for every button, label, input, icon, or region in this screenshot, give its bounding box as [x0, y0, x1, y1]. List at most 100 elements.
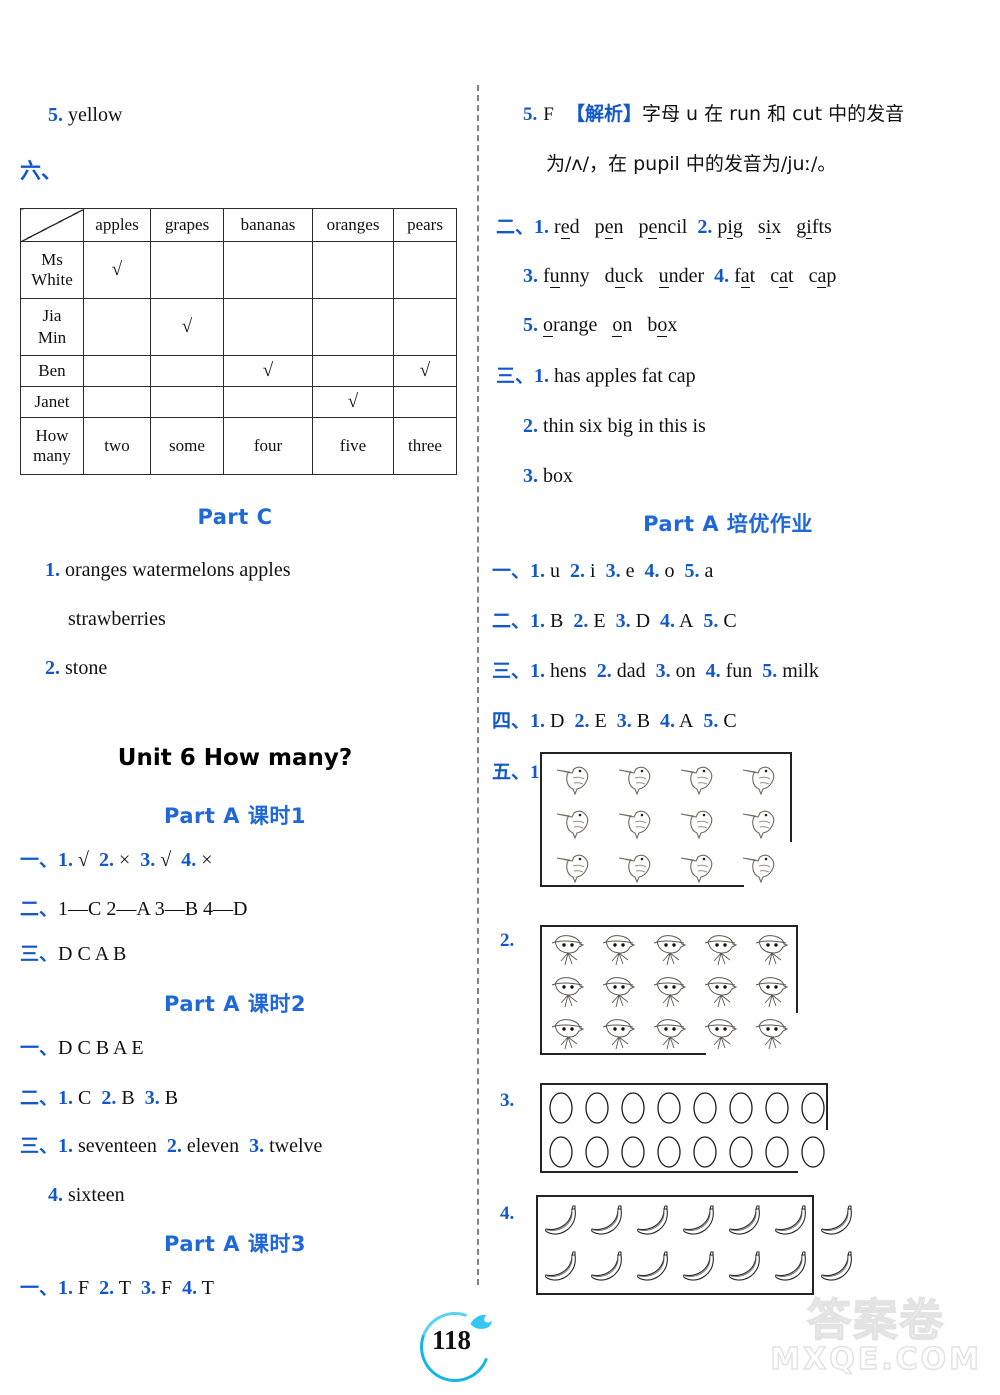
cell-janet-oranges: √	[312, 386, 394, 418]
section-label: 二、	[492, 610, 531, 632]
bird-with-hat-icon	[747, 1012, 798, 1054]
cell-mswhite-bananas	[223, 241, 313, 299]
egg-icon	[759, 1129, 795, 1173]
picture-answer-2-number: 2.	[500, 930, 515, 951]
bird-icon	[606, 800, 668, 844]
picture-answer-2	[540, 925, 810, 1055]
egg-icon	[543, 1085, 579, 1129]
line-text: D C A B	[58, 943, 127, 965]
bird-with-hat-icon	[594, 928, 645, 970]
item-answer: A	[678, 610, 694, 632]
item-number: 3.	[615, 610, 631, 632]
cell-mswhite-oranges	[312, 241, 394, 299]
section-label: 一、	[20, 1277, 59, 1299]
item-number: 4.	[644, 560, 660, 582]
item-number: 3.	[523, 265, 538, 287]
item-number: 1.	[58, 1135, 74, 1157]
item-answer: B	[550, 610, 564, 632]
cell-jiamin-apples	[83, 298, 151, 356]
item-number: 3.	[140, 849, 156, 871]
cell-mswhite-grapes	[150, 241, 224, 299]
banana-icon	[724, 1245, 770, 1291]
item-number: 2.	[697, 216, 713, 238]
item-answer: e	[625, 560, 635, 582]
section-label: 一、	[492, 560, 531, 582]
egg-icon	[687, 1129, 723, 1173]
item-number: 4.	[48, 1184, 63, 1206]
item-number: 5.	[762, 660, 778, 682]
egg-icon	[615, 1129, 651, 1173]
item-number: 3.	[249, 1135, 265, 1157]
icon-row	[544, 844, 792, 888]
item-number: 2.	[101, 1087, 117, 1109]
icon-row	[544, 800, 792, 844]
item-number: 1.	[530, 610, 546, 632]
bird-with-hat-icon	[696, 1012, 747, 1054]
banana-icon	[540, 1245, 586, 1291]
item-answer: B	[121, 1087, 135, 1109]
banana-icon	[586, 1245, 632, 1291]
a2-line-1: 一、D C B A E	[20, 1033, 144, 1063]
banana-icon	[770, 1199, 816, 1245]
icon-row	[543, 928, 798, 970]
word: cap	[808, 265, 837, 288]
picture-answer-4	[536, 1195, 876, 1297]
section-label: 二、	[20, 898, 59, 920]
cell-ben-apples	[83, 355, 151, 387]
icon-row	[540, 1199, 862, 1245]
banana-icon	[586, 1199, 632, 1245]
word: pen	[594, 216, 624, 239]
line-text: has apples fat cap	[554, 365, 696, 387]
item-number: 3.	[616, 710, 632, 732]
banana-icon	[678, 1199, 724, 1245]
word: pig	[717, 216, 743, 239]
item-number: 4.	[660, 710, 676, 732]
item-number: 5.	[684, 560, 700, 582]
answer-item-5-yellow: 5. yellow	[48, 100, 122, 130]
item-answer: sixteen	[68, 1184, 125, 1206]
item-answer: √	[160, 849, 172, 871]
section-three-row-1: 三、1. has apples fat cap	[496, 361, 696, 391]
bird-with-hat-icon	[594, 970, 645, 1012]
item-answer: i	[590, 560, 596, 582]
item-text: stone	[65, 657, 108, 679]
table-row: Ms White √	[20, 241, 457, 299]
peiyou-line-1: 一、1. u 2. i 3. e 4. o 5. a	[492, 556, 713, 586]
item-answer: B	[164, 1087, 179, 1109]
table-row: Ben √ √	[20, 355, 457, 387]
a1-line-2: 二、1—C 2—A 3—B 4—D	[20, 894, 247, 924]
part-c-item-1-cont: strawberries	[68, 604, 166, 634]
cell-janet-pears	[393, 386, 457, 418]
right-column: 5. F 【解析】字母 u 在 run 和 cut 中的发音 为/ʌ/，在 pu…	[478, 0, 1000, 1395]
analysis-text-line-2: 为/ʌ/，在 pupil 中的发音为/juː/。	[546, 153, 837, 175]
word: duck	[604, 265, 644, 288]
word: gifts	[796, 216, 832, 239]
item-number: 3.	[655, 660, 671, 682]
heading-part-a-lesson-1: Part A 课时1	[164, 804, 306, 828]
item-number: 5.	[703, 710, 719, 732]
cell-howmany-oranges: five	[312, 417, 394, 475]
egg-icon	[723, 1129, 759, 1173]
item-number: 4.	[660, 610, 676, 632]
watermark: 答案卷 MXQE.COM	[770, 1295, 982, 1378]
watermark-chinese: 答案卷	[806, 1295, 946, 1346]
item-answer: C	[723, 710, 737, 732]
item-number: 2.	[45, 657, 60, 679]
item-answer: C	[78, 1087, 92, 1109]
item-answer: u	[550, 560, 561, 582]
egg-icon	[615, 1085, 651, 1129]
cell-jiamin-grapes: √	[150, 298, 224, 356]
row-label-jia-min: Jia Min	[20, 298, 84, 356]
item-answer: F	[78, 1277, 90, 1299]
section-label-three: 三、	[496, 365, 535, 387]
egg-icon	[723, 1085, 759, 1129]
cell-jiamin-oranges	[312, 298, 394, 356]
section-label: 三、	[20, 943, 59, 965]
watermark-url: MXQE.COM	[770, 1342, 982, 1378]
word: under	[658, 265, 705, 288]
item-answer: twelve	[269, 1135, 323, 1157]
item-number: 3.	[605, 560, 621, 582]
icon-row	[543, 1085, 831, 1129]
item-number: 5.	[48, 104, 63, 126]
word: pencil	[638, 216, 688, 239]
